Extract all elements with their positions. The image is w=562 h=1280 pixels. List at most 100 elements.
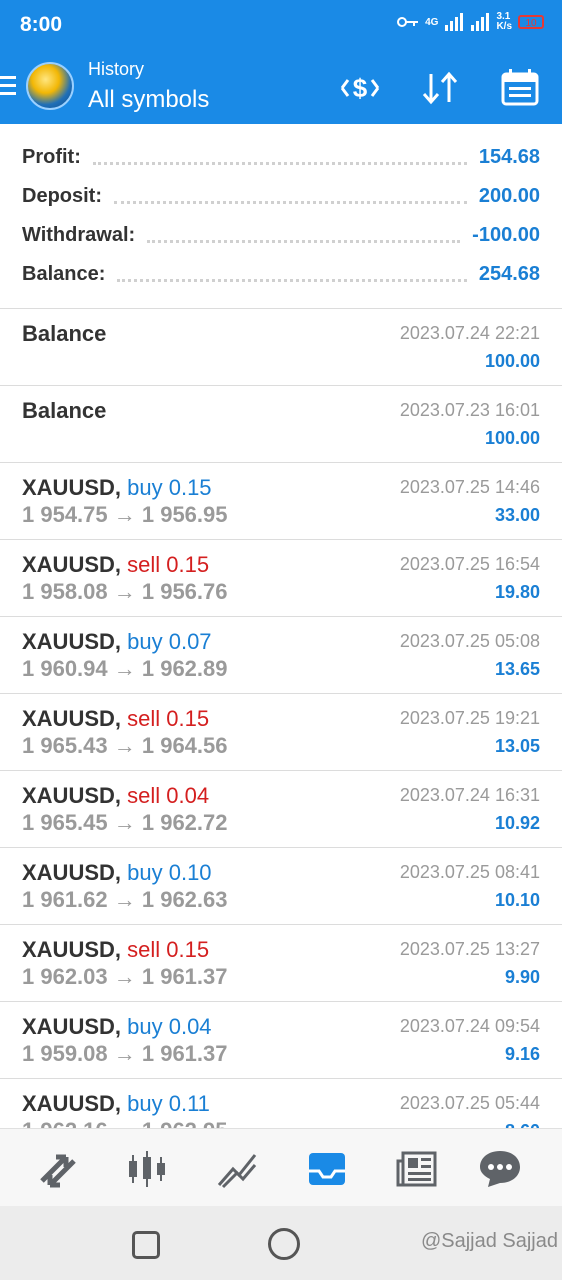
battery-icon: 10 <box>518 15 544 29</box>
prices: 1 959.08 → 1 961.37 <box>22 1041 228 1066</box>
signal-icon-2 <box>471 13 490 31</box>
page-title[interactable]: All symbols <box>88 86 209 114</box>
sort-button[interactable] <box>418 68 462 108</box>
deal-type: sell 0.15 <box>127 937 210 962</box>
nav-news[interactable] <box>395 1147 439 1191</box>
news-icon <box>396 1151 437 1187</box>
messages-icon <box>480 1151 520 1187</box>
row-profit: 100.00 <box>484 351 540 371</box>
row-profit: 100.00 <box>484 428 540 448</box>
battery-level: 10 <box>525 18 537 29</box>
page-subtitle: History <box>88 59 145 79</box>
summary-profit: Profit: 154.68 <box>22 142 540 172</box>
row-profit: 13.65 <box>494 659 540 679</box>
table-row[interactable]: XAUUSD, buy 0.10 1 961.62 → 1 962.63 202… <box>0 847 562 923</box>
row-time: 2023.07.25 05:44 <box>399 1093 540 1113</box>
table-row[interactable]: XAUUSD, buy 0.07 1 960.94 → 1 962.89 202… <box>0 616 562 692</box>
row-time: 2023.07.24 16:31 <box>399 785 540 805</box>
row-time: 2023.07.24 09:54 <box>399 1016 540 1036</box>
prices: 1 965.45 → 1 962.72 <box>22 810 228 835</box>
app-logo[interactable] <box>26 62 74 110</box>
prices: 1 961.62 → 1 962.63 <box>22 887 228 912</box>
symbol: XAUUSD, <box>22 1091 122 1116</box>
table-row[interactable]: XAUUSD, sell 0.15 1 958.08 → 1 956.76 20… <box>0 539 562 615</box>
status-icons: 4G 3.1 K/s 10 <box>397 12 544 32</box>
row-time: 2023.07.25 05:08 <box>399 631 540 651</box>
table-row[interactable]: XAUUSD, buy 0.04 1 959.08 → 1 961.37 202… <box>0 1001 562 1077</box>
deal-type: buy 0.07 <box>127 629 212 654</box>
deal-type: buy 0.11 <box>127 1091 210 1116</box>
deal-type: buy 0.10 <box>127 860 212 885</box>
row-time: 2023.07.25 08:41 <box>399 862 540 882</box>
symbol: XAUUSD, <box>22 629 122 654</box>
row-profit: 33.00 <box>494 505 540 525</box>
prices: 1 965.43 → 1 964.56 <box>22 733 228 758</box>
row-profit: 19.80 <box>494 582 540 602</box>
nav-chart[interactable] <box>125 1147 169 1191</box>
key-icon <box>397 17 419 27</box>
prices: 1 958.08 → 1 956.76 <box>22 579 228 604</box>
app-bar: History All symbols $ <box>0 50 562 124</box>
summary-value: 254.68 <box>478 262 540 285</box>
summary-label: Profit: <box>22 145 81 168</box>
row-time: 2023.07.25 14:46 <box>399 477 540 497</box>
prices: 1 960.94 → 1 962.89 <box>22 656 228 681</box>
symbol: XAUUSD, <box>22 1014 122 1039</box>
currency-exchange-button[interactable]: $ <box>338 68 382 108</box>
symbol: XAUUSD, <box>22 783 122 808</box>
summary-value: 154.68 <box>478 145 540 168</box>
deal-type: sell 0.15 <box>127 706 210 731</box>
row-time: 2023.07.25 19:21 <box>399 708 540 728</box>
nav-messages[interactable] <box>478 1147 522 1191</box>
row-time: 2023.07.25 16:54 <box>399 554 540 574</box>
nav-trade[interactable] <box>215 1147 259 1191</box>
summary-balance: Balance: 254.68 <box>22 259 540 289</box>
balance-title: Balance <box>22 321 107 346</box>
table-row[interactable]: XAUUSD, sell 0.15 1 965.43 → 1 964.56 20… <box>0 693 562 769</box>
system-nav: @Sajjad Sajjad <box>0 1206 562 1280</box>
table-row[interactable]: XAUUSD, buy 0.15 1 954.75 → 1 956.95 202… <box>0 462 562 538</box>
table-row[interactable]: XAUUSD, sell 0.15 1 962.03 → 1 961.37 20… <box>0 924 562 1000</box>
table-row[interactable]: XAUUSD, sell 0.04 1 965.45 → 1 962.72 20… <box>0 770 562 846</box>
deal-type: sell 0.15 <box>127 552 210 577</box>
summary-value: 200.00 <box>478 184 540 207</box>
symbol: XAUUSD, <box>22 475 122 500</box>
list-item[interactable]: Balance 2023.07.24 22:21 100.00 <box>0 308 562 384</box>
row-time: 2023.07.25 13:27 <box>399 939 540 959</box>
symbol: XAUUSD, <box>22 860 122 885</box>
history-icon <box>309 1153 345 1185</box>
row-profit: 9.90 <box>504 967 540 987</box>
row-profit: 13.05 <box>494 736 540 756</box>
summary-value: -100.00 <box>472 223 540 246</box>
prices: 1 954.75 → 1 956.95 <box>22 502 228 527</box>
currency-exchange-icon: $ <box>340 73 380 103</box>
nav-quotes[interactable] <box>36 1147 80 1191</box>
bottom-nav <box>0 1128 562 1206</box>
signal-icon <box>445 13 464 31</box>
sort-icon <box>422 71 458 105</box>
trade-icon <box>217 1154 257 1189</box>
recents-button[interactable] <box>132 1231 160 1259</box>
summary-deposit: Deposit: 200.00 <box>22 181 540 211</box>
status-time: 8:00 <box>20 13 63 36</box>
quotes-icon <box>40 1154 76 1188</box>
net-speed: 3.1 K/s <box>496 11 512 32</box>
menu-icon[interactable] <box>0 76 16 98</box>
list-item[interactable]: Balance 2023.07.23 16:01 100.00 <box>0 385 562 461</box>
chart-icon <box>129 1151 165 1187</box>
symbol: XAUUSD, <box>22 706 122 731</box>
row-time: 2023.07.24 22:21 <box>399 323 540 343</box>
calendar-button[interactable] <box>498 68 542 108</box>
summary-label: Deposit: <box>22 184 102 207</box>
status-bar: 8:00 4G 3.1 K/s 10 <box>0 0 562 50</box>
network-type: 4G <box>425 16 439 28</box>
summary-label: Withdrawal: <box>22 223 136 246</box>
symbol: XAUUSD, <box>22 552 122 577</box>
summary-label: Balance: <box>22 262 106 285</box>
row-profit: 10.10 <box>494 890 540 910</box>
nav-history[interactable] <box>305 1147 349 1191</box>
home-button[interactable] <box>268 1228 300 1260</box>
balance-title: Balance <box>22 398 107 423</box>
deal-type: buy 0.04 <box>127 1014 212 1039</box>
deal-type: sell 0.04 <box>127 783 210 808</box>
